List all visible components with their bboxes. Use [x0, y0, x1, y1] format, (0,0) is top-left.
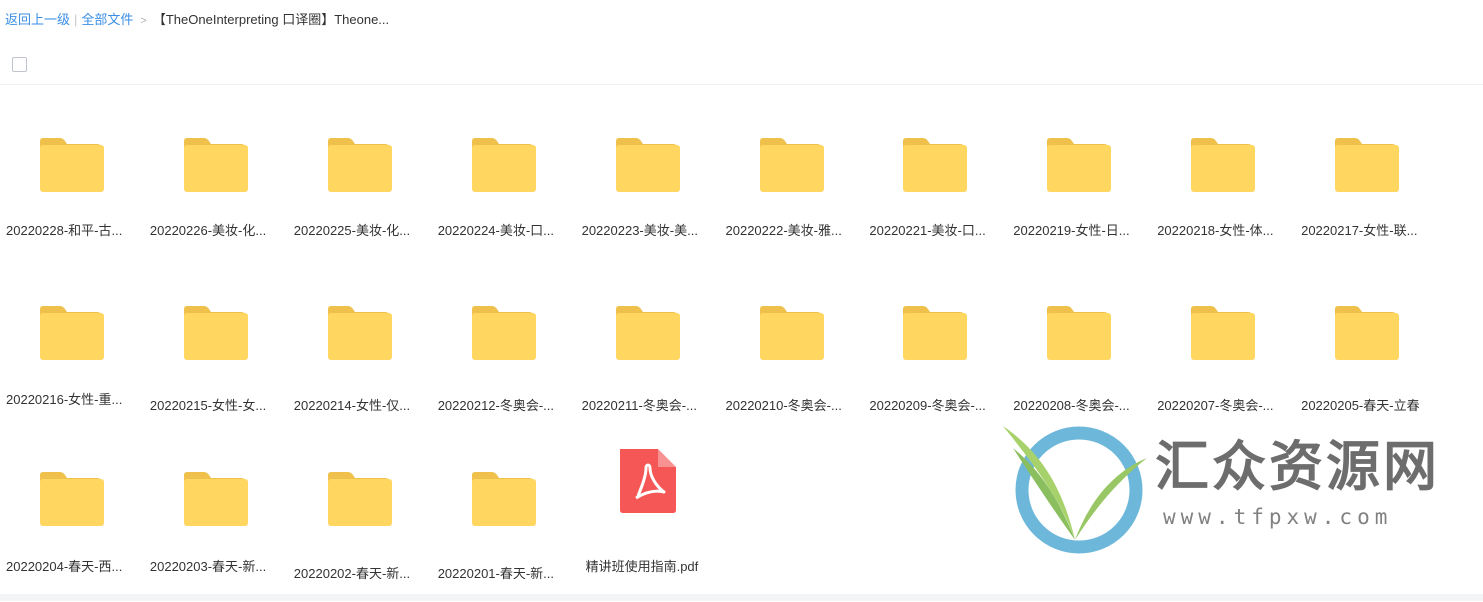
file-name: 20220212-冬奥会-...: [437, 398, 555, 413]
file-name: 20220205-春天-立春: [1301, 398, 1420, 413]
file-name: 20220217-女性-联...: [1301, 223, 1418, 238]
folder-item[interactable]: 20220201-春天-新...: [438, 452, 570, 602]
file-name: 20220225-美妆-化...: [293, 223, 411, 238]
file-name: 20220218-女性-体...: [1157, 223, 1274, 238]
file-name: 20220222-美妆-雅...: [725, 223, 842, 238]
folder-item[interactable]: 20220219-女性-日...: [1013, 118, 1145, 268]
folder-item[interactable]: 20220208-冬奥会-...: [1013, 286, 1145, 436]
folder-item[interactable]: 20220221-美妆-口...: [869, 118, 1001, 268]
folder-icon: [324, 132, 396, 192]
file-name: 20220216-女性-重...: [6, 392, 123, 407]
file-name: 20220203-春天-新...: [149, 559, 267, 574]
folder-item[interactable]: 20220224-美妆-口...: [438, 118, 570, 268]
file-name: 20220208-冬奥会-...: [1013, 398, 1130, 413]
file-name: 20220215-女性-女...: [149, 398, 267, 413]
bottom-bar: [0, 594, 1483, 601]
folder-item[interactable]: 20220216-女性-重...: [6, 286, 138, 436]
folder-icon: [756, 132, 828, 192]
folder-icon: [180, 466, 252, 526]
folder-icon: [756, 300, 828, 360]
folder-icon: [324, 300, 396, 360]
folder-item[interactable]: 20220222-美妆-雅...: [726, 118, 858, 268]
folder-item[interactable]: 20220211-冬奥会-...: [582, 286, 714, 436]
folder-icon: [1043, 132, 1115, 192]
folder-item[interactable]: 20220204-春天-西...: [6, 452, 138, 602]
folder-icon: [180, 132, 252, 192]
watermark-logo-icon: [1003, 426, 1147, 554]
file-name: 20220221-美妆-口...: [869, 223, 986, 238]
folder-item[interactable]: 20220205-春天-立春: [1301, 286, 1433, 436]
file-name: 20220204-春天-西...: [6, 559, 123, 574]
folder-icon: [1331, 132, 1403, 192]
pdf-file-item[interactable]: 精讲班使用指南.pdf: [582, 449, 714, 602]
folder-icon: [612, 300, 684, 360]
folder-icon: [180, 300, 252, 360]
folder-icon: [1187, 300, 1259, 360]
folder-icon: [612, 132, 684, 192]
folder-item[interactable]: 20220223-美妆-美...: [582, 118, 714, 268]
folder-item[interactable]: 20220214-女性-仅...: [294, 286, 426, 436]
folder-item[interactable]: 20220225-美妆-化...: [294, 118, 426, 268]
folder-item[interactable]: 20220202-春天-新...: [294, 452, 426, 602]
folder-icon: [468, 466, 540, 526]
file-name: 20220202-春天-新...: [293, 566, 411, 581]
folder-icon: [36, 132, 108, 192]
folder-icon: [36, 300, 108, 360]
watermark: 汇众资源网 www.tfpxw.com: [995, 418, 1445, 558]
file-name: 20220226-美妆-化...: [149, 223, 267, 238]
folder-icon: [1043, 300, 1115, 360]
folder-item[interactable]: 20220217-女性-联...: [1301, 118, 1433, 268]
file-name: 20220228-和平-古...: [6, 223, 123, 238]
folder-item[interactable]: 20220212-冬奥会-...: [438, 286, 570, 436]
folder-item[interactable]: 20220215-女性-女...: [150, 286, 282, 436]
folder-icon: [1331, 300, 1403, 360]
watermark-url-text: www.tfpxw.com: [1163, 505, 1393, 529]
folder-item[interactable]: 20220207-冬奥会-...: [1157, 286, 1289, 436]
folder-icon: [899, 132, 971, 192]
folder-item[interactable]: 20220210-冬奥会-...: [726, 286, 858, 436]
folder-icon: [1187, 132, 1259, 192]
file-name: 20220209-冬奥会-...: [869, 398, 986, 413]
file-name: 20220201-春天-新...: [437, 566, 555, 581]
file-name: 20220210-冬奥会-...: [725, 398, 842, 413]
folder-item[interactable]: 20220218-女性-体...: [1157, 118, 1289, 268]
folder-icon: [468, 300, 540, 360]
file-name: 20220219-女性-日...: [1013, 223, 1130, 238]
folder-icon: [468, 132, 540, 192]
folder-item[interactable]: 20220228-和平-古...: [6, 118, 138, 268]
file-name: 20220224-美妆-口...: [437, 223, 555, 238]
file-name: 精讲班使用指南.pdf: [585, 559, 699, 574]
file-name: 20220207-冬奥会-...: [1157, 398, 1274, 413]
folder-item[interactable]: 20220209-冬奥会-...: [869, 286, 1001, 436]
file-name: 20220211-冬奥会-...: [581, 398, 697, 413]
folder-item[interactable]: 20220226-美妆-化...: [150, 118, 282, 268]
file-name: 20220214-女性-仅...: [293, 398, 411, 413]
folder-icon: [36, 466, 108, 526]
folder-icon: [324, 466, 396, 526]
watermark-brand-text: 汇众资源网: [1155, 434, 1440, 498]
folder-icon: [899, 300, 971, 360]
pdf-file-icon: [612, 446, 684, 513]
folder-item[interactable]: 20220203-春天-新...: [150, 452, 282, 602]
file-name: 20220223-美妆-美...: [581, 223, 698, 238]
